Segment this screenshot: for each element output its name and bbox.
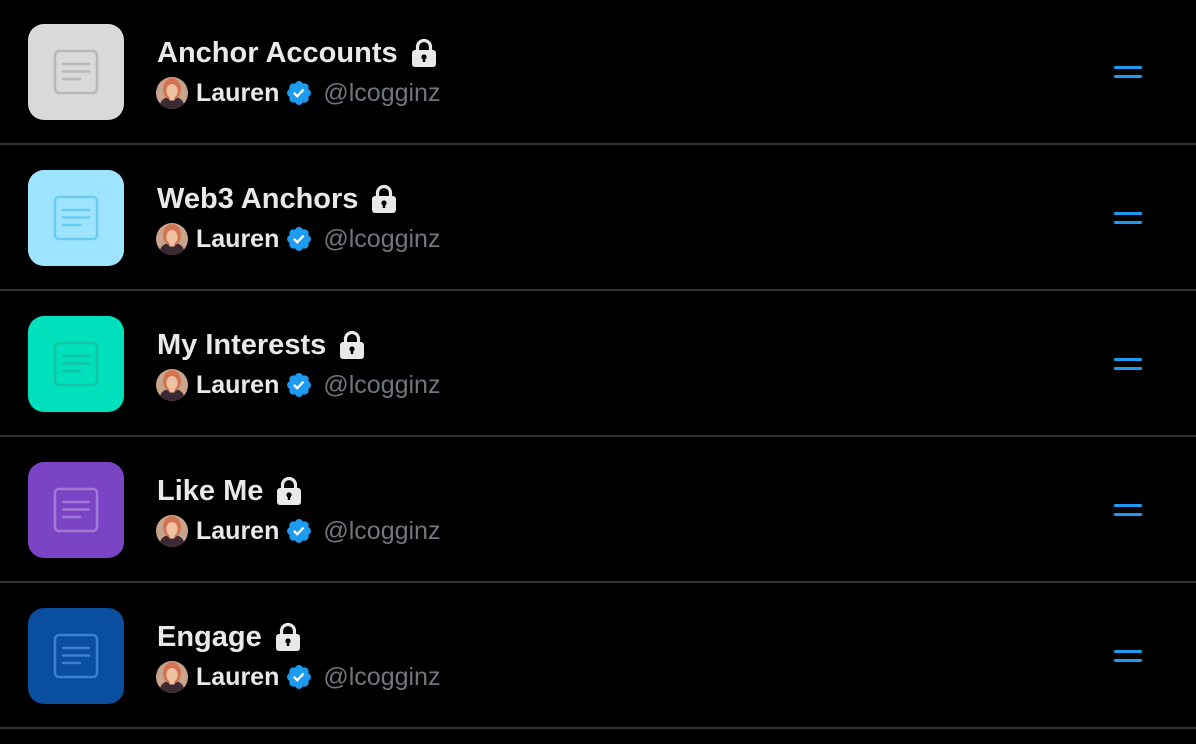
list-document-icon: [53, 49, 99, 95]
list-owner-line: Lauren @lcogginz: [156, 368, 440, 402]
lock-icon: [276, 476, 302, 506]
avatar: [156, 223, 188, 255]
lock-icon: [275, 622, 301, 652]
list-thumbnail: [28, 316, 124, 412]
verified-badge-icon: [285, 517, 313, 545]
lock-icon: [371, 184, 397, 214]
verified-badge-icon: [285, 79, 313, 107]
list-item[interactable]: Like Me Lauren @lcogginz: [0, 438, 1196, 583]
list-item[interactable]: My Interests Lauren @lcogginz: [0, 292, 1196, 437]
owner-name: Lauren: [196, 370, 280, 399]
list-owner-line: Lauren @lcogginz: [156, 222, 440, 256]
avatar: [156, 661, 188, 693]
list-title-line: Web3 Anchors: [157, 180, 397, 218]
drag-handle-icon[interactable]: [1106, 202, 1150, 234]
list-owner-line: Lauren @lcogginz: [156, 76, 440, 110]
drag-handle-icon[interactable]: [1106, 494, 1150, 526]
list-title-line: Engage: [157, 618, 301, 656]
owner-name: Lauren: [196, 516, 280, 545]
list-thumbnail: [28, 24, 124, 120]
list-title-line: Anchor Accounts: [157, 34, 437, 72]
list-document-icon: [53, 633, 99, 679]
list-document-icon: [53, 487, 99, 533]
list-document-icon: [53, 195, 99, 241]
drag-handle-icon[interactable]: [1106, 640, 1150, 672]
list-thumbnail: [28, 462, 124, 558]
lock-icon: [339, 330, 365, 360]
list-owner-line: Lauren @lcogginz: [156, 660, 440, 694]
avatar: [156, 77, 188, 109]
verified-badge-icon: [285, 371, 313, 399]
list-title: My Interests: [157, 328, 327, 361]
owner-handle[interactable]: @lcogginz: [323, 79, 440, 108]
pinned-lists: Anchor Accounts Lauren @lcogginz Web3 An…: [0, 0, 1196, 744]
list-thumbnail: [28, 170, 124, 266]
owner-handle[interactable]: @lcogginz: [323, 663, 440, 692]
owner-name: Lauren: [196, 224, 280, 253]
drag-handle-icon[interactable]: [1106, 348, 1150, 380]
lock-icon: [411, 38, 437, 68]
owner-name: Lauren: [196, 78, 280, 107]
list-owner-line: Lauren @lcogginz: [156, 514, 440, 548]
avatar: [156, 515, 188, 547]
verified-badge-icon: [285, 225, 313, 253]
list-title: Anchor Accounts: [157, 36, 398, 69]
list-document-icon: [53, 341, 99, 387]
list-title: Web3 Anchors: [157, 182, 359, 215]
list-title: Engage: [157, 620, 262, 653]
list-item[interactable]: Engage Lauren @lcogginz: [0, 584, 1196, 729]
list-title: Like Me: [157, 474, 264, 507]
list-item[interactable]: Anchor Accounts Lauren @lcogginz: [0, 0, 1196, 145]
list-thumbnail: [28, 608, 124, 704]
owner-name: Lauren: [196, 662, 280, 691]
list-item[interactable]: Web3 Anchors Lauren @lcogginz: [0, 146, 1196, 291]
verified-badge-icon: [285, 663, 313, 691]
list-title-line: Like Me: [157, 472, 302, 510]
avatar: [156, 369, 188, 401]
owner-handle[interactable]: @lcogginz: [323, 371, 440, 400]
drag-handle-icon[interactable]: [1106, 56, 1150, 88]
owner-handle[interactable]: @lcogginz: [323, 225, 440, 254]
owner-handle[interactable]: @lcogginz: [323, 517, 440, 546]
list-title-line: My Interests: [157, 326, 365, 364]
